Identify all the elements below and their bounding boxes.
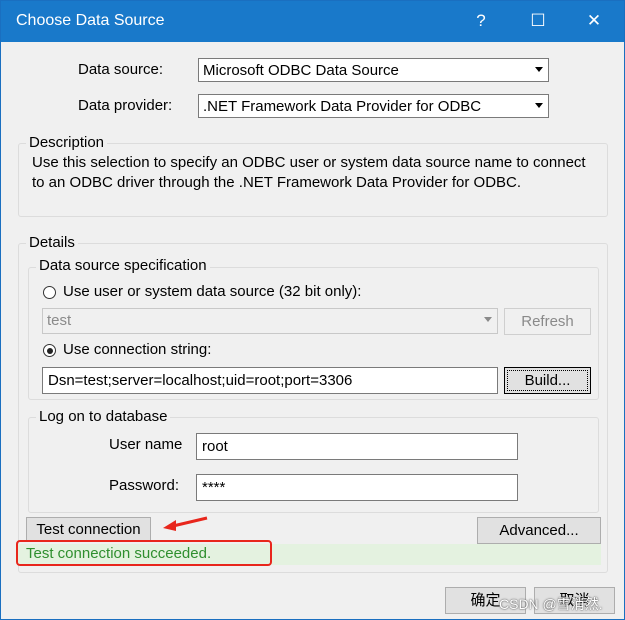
data-provider-value: .NET Framework Data Provider for ODBC (203, 98, 482, 115)
connection-string-input[interactable]: Dsn=test;server=localhost;uid=root;port=… (42, 367, 498, 394)
password-value: **** (202, 479, 226, 496)
connection-string-value: Dsn=test;server=localhost;uid=root;port=… (48, 372, 353, 389)
chevron-down-icon (484, 317, 492, 322)
details-title: Details (26, 234, 78, 251)
dsn-radio-label: Use user or system data source (32 bit o… (63, 283, 362, 300)
maximize-icon[interactable]: ☐ (524, 9, 552, 33)
dsn-dropdown[interactable]: test (42, 308, 498, 334)
test-connection-button[interactable]: Test connection (26, 517, 151, 542)
chevron-down-icon (535, 67, 543, 72)
csdn-watermark: CSDN @雪消然. (499, 596, 603, 612)
chevron-down-icon (535, 103, 543, 108)
dsn-value: test (47, 312, 72, 329)
description-text: Use this selection to specify an ODBC us… (32, 154, 586, 191)
title-bar[interactable]: Choose Data Source ? ☐ ✕ (1, 1, 624, 42)
refresh-button[interactable]: Refresh (504, 308, 591, 335)
dsn-radio[interactable] (43, 286, 56, 299)
dialog-title: Choose Data Source (16, 12, 165, 29)
connection-string-radio[interactable] (43, 344, 56, 357)
username-input[interactable]: root (196, 433, 518, 460)
username-label: User name (109, 436, 183, 453)
description-title: Description (26, 134, 108, 151)
data-source-spec-title: Data source specification (36, 257, 210, 274)
build-button[interactable]: Build... (504, 367, 591, 394)
data-source-dropdown[interactable]: Microsoft ODBC Data Source (198, 58, 549, 82)
password-input[interactable]: **** (196, 474, 518, 501)
advanced-button[interactable]: Advanced... (477, 517, 601, 544)
data-source-label: Data source: (78, 61, 164, 78)
annotation-arrow-icon (163, 516, 208, 531)
username-value: root (202, 438, 228, 455)
annotation-highlight-box (16, 540, 272, 566)
data-provider-label: Data provider: (78, 97, 173, 114)
password-label: Password: (109, 477, 180, 494)
data-source-value: Microsoft ODBC Data Source (203, 62, 399, 79)
close-icon[interactable]: ✕ (580, 9, 608, 33)
data-provider-dropdown[interactable]: .NET Framework Data Provider for ODBC (198, 94, 549, 118)
choose-data-source-dialog: Choose Data Source ? ☐ ✕ Data source: Mi… (0, 0, 625, 620)
help-icon[interactable]: ? (467, 9, 495, 33)
logon-title: Log on to database (36, 408, 171, 425)
connection-string-radio-label: Use connection string: (63, 341, 212, 358)
